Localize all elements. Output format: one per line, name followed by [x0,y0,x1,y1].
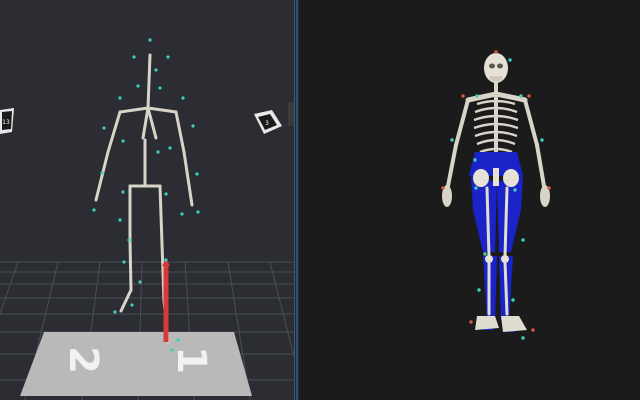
stick-skeleton [94,53,194,344]
plate-2-number: 2 [60,346,106,374]
musculoskeletal-model [441,50,551,340]
musculoskeletal-viewport[interactable] [299,0,640,400]
camera-left-label: 13 [2,119,10,126]
motion-capture-app: 2 1 13 3 [0,0,640,400]
pelvis [473,168,519,187]
mocap-markers [92,38,200,352]
mocap-3d-viewport[interactable]: 2 1 13 3 [0,0,294,400]
mocap-scene: 2 1 13 3 [0,38,294,400]
skull [484,53,508,83]
splitter-grip[interactable] [296,0,298,400]
camera-right-label: 3 [265,120,269,127]
camera-right-icon[interactable] [254,102,294,134]
knees [485,255,509,263]
plate-1-number: 1 [168,346,214,374]
